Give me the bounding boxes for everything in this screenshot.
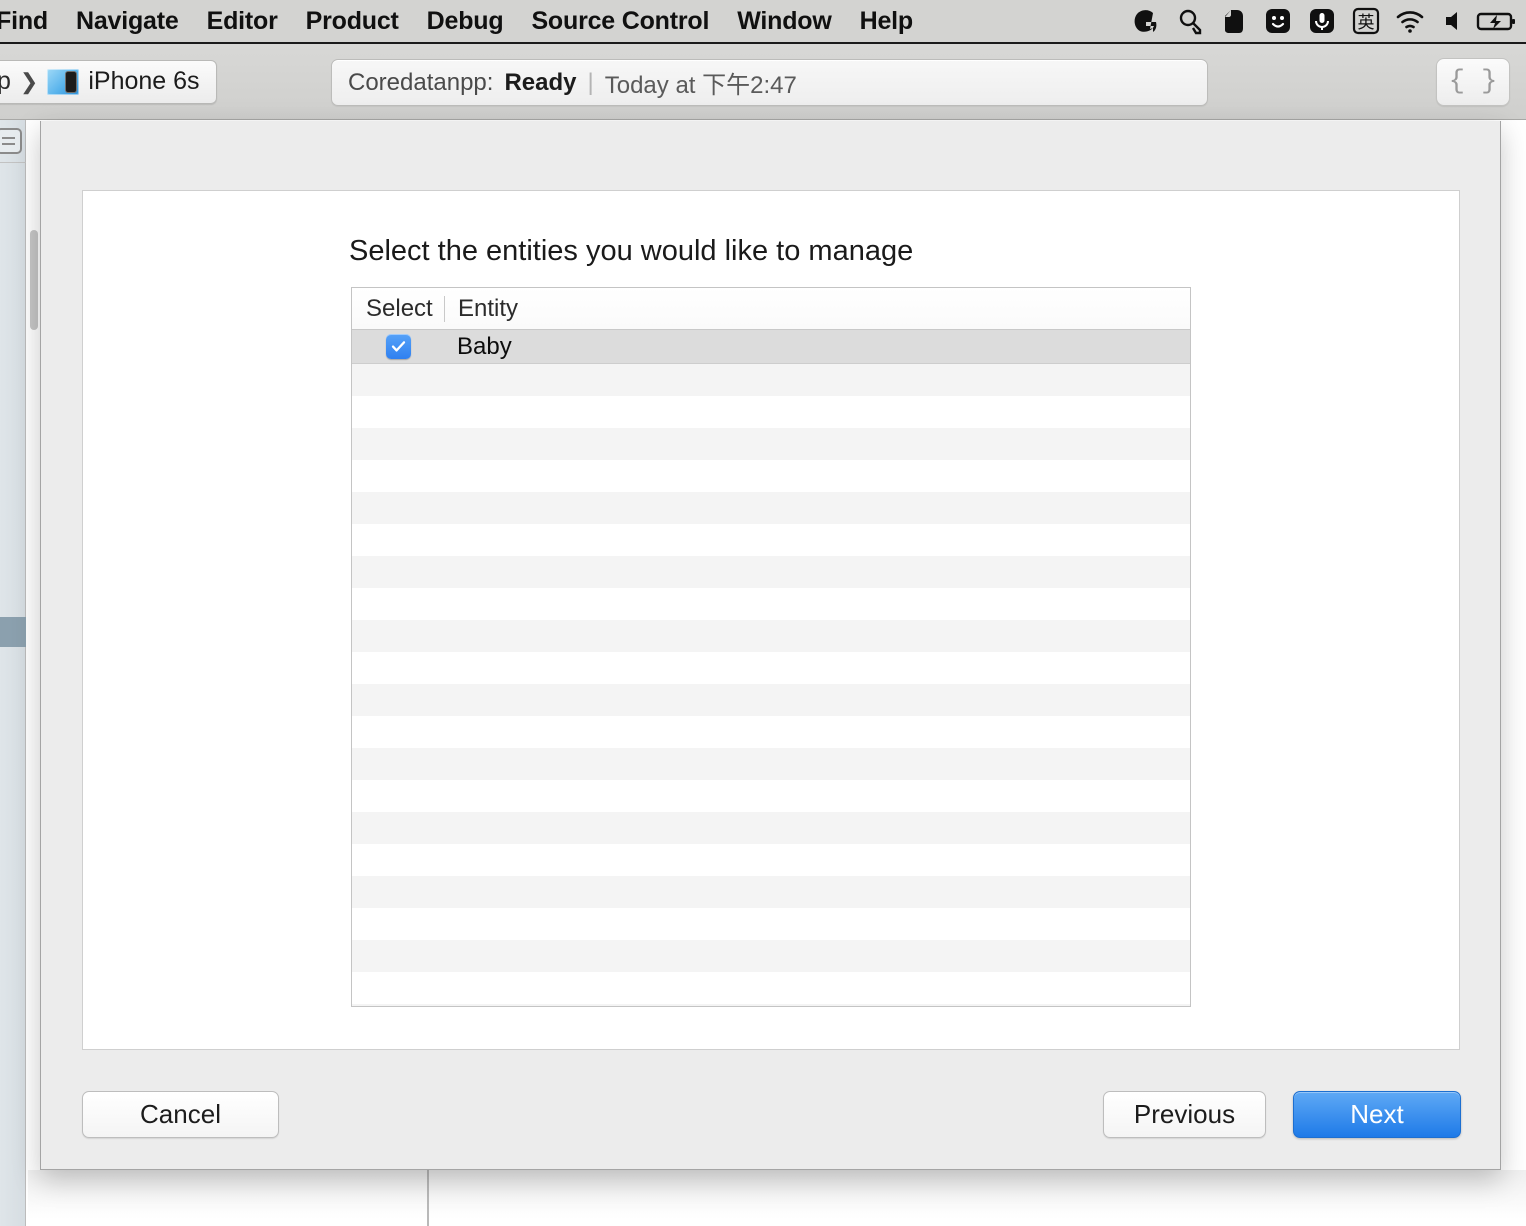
scheme-destination-label: iPhone 6s (88, 67, 200, 95)
table-empty-row[interactable] (352, 748, 1190, 780)
xcode-toolbar: p ❯ iPhone 6s Coredatanpp: Ready | Today… (0, 44, 1526, 120)
table-empty-row[interactable] (352, 876, 1190, 908)
activity-timestamp: Today at 下午2:47 (604, 72, 797, 99)
menu-bar-items: Find Navigate Editor Product Debug Sourc… (0, 7, 927, 36)
menu-item-help[interactable]: Help (846, 7, 927, 36)
spotlight-search-icon[interactable] (1168, 0, 1212, 43)
gitee-icon[interactable] (1124, 0, 1168, 43)
sheet-footer: Cancel Previous Next (41, 1071, 1502, 1170)
smiley-face-icon[interactable] (1256, 0, 1300, 43)
sheet-content-panel: Select the entities you would like to ma… (82, 190, 1460, 1050)
table-empty-row[interactable] (352, 620, 1190, 652)
table-empty-row[interactable] (352, 908, 1190, 940)
activity-target-label: Coredatanpp: (348, 68, 494, 96)
table-empty-row[interactable] (352, 396, 1190, 428)
table-empty-row[interactable] (352, 940, 1190, 972)
table-header-row: Select Entity (352, 288, 1190, 330)
menu-item-editor[interactable]: Editor (193, 7, 292, 36)
row-entity-label: Baby (457, 332, 512, 360)
battery-charging-icon[interactable] (1476, 0, 1520, 43)
navigator-scrollbar[interactable] (30, 230, 38, 330)
next-button[interactable]: Next (1293, 1091, 1461, 1138)
table-empty-row[interactable] (352, 812, 1190, 844)
row-select-cell[interactable] (352, 334, 444, 359)
sidebar-selected-item[interactable] (0, 617, 26, 647)
chevron-right-icon: ❯ (19, 68, 39, 94)
page-title: Select the entities you would like to ma… (349, 235, 914, 267)
menu-item-window[interactable]: Window (723, 7, 845, 36)
entity-table[interactable]: Select Entity Baby (351, 287, 1191, 1007)
navigator-sidebar-sliver[interactable] (0, 120, 26, 1226)
table-empty-row[interactable] (352, 972, 1190, 1004)
menu-item-debug[interactable]: Debug (413, 7, 518, 36)
simulator-device-icon (47, 68, 80, 95)
previous-button[interactable]: Previous (1103, 1091, 1266, 1138)
editor-area-background (28, 1170, 1526, 1226)
table-empty-row[interactable] (352, 588, 1190, 620)
sidebar-divider (0, 162, 26, 163)
evernote-icon[interactable] (1212, 0, 1256, 43)
cancel-button[interactable]: Cancel (82, 1091, 279, 1138)
menu-item-product[interactable]: Product (292, 7, 413, 36)
filter-icon[interactable] (0, 128, 22, 154)
table-body: Baby (352, 330, 1190, 1006)
table-empty-row[interactable] (352, 556, 1190, 588)
menu-item-navigate[interactable]: Navigate (62, 7, 193, 36)
menu-item-find[interactable]: Find (0, 7, 62, 36)
microphone-icon[interactable] (1300, 0, 1344, 43)
table-empty-row[interactable] (352, 460, 1190, 492)
entity-selection-sheet: Select the entities you would like to ma… (40, 121, 1501, 1170)
table-empty-row[interactable] (352, 524, 1190, 556)
input-source-english-icon[interactable]: 英 (1344, 0, 1388, 43)
scheme-destination-chip[interactable]: p ❯ iPhone 6s (0, 59, 217, 104)
macos-menu-bar: Find Navigate Editor Product Debug Sourc… (0, 0, 1526, 44)
table-empty-row[interactable] (352, 780, 1190, 812)
table-empty-row[interactable] (352, 364, 1190, 396)
app-window: Find Navigate Editor Product Debug Sourc… (0, 0, 1526, 1226)
table-empty-row[interactable] (352, 716, 1190, 748)
table-empty-row[interactable] (352, 684, 1190, 716)
menu-item-source-control[interactable]: Source Control (517, 7, 723, 36)
wifi-icon[interactable] (1388, 0, 1432, 43)
table-empty-row[interactable] (352, 428, 1190, 460)
code-review-toggle-button[interactable]: { } (1436, 58, 1510, 106)
table-empty-row[interactable] (352, 844, 1190, 876)
activity-separator: | (587, 68, 594, 96)
column-header-entity[interactable]: Entity (445, 288, 518, 329)
svg-text:英: 英 (1358, 13, 1375, 33)
table-empty-row[interactable] (352, 1004, 1190, 1006)
editor-split-divider[interactable] (427, 1170, 429, 1226)
activity-state-label: Ready (504, 68, 577, 96)
table-empty-row[interactable] (352, 492, 1190, 524)
volume-icon[interactable] (1432, 0, 1476, 43)
menu-bar-status-area: 英 (1124, 0, 1526, 43)
activity-view: Coredatanpp: Ready | Today at 下午2:47 (331, 59, 1208, 106)
entity-checkbox-checked[interactable] (385, 334, 411, 359)
table-row[interactable]: Baby (352, 330, 1190, 364)
table-empty-row[interactable] (352, 652, 1190, 684)
table-empty-rows (352, 364, 1190, 1006)
column-header-select[interactable]: Select (352, 288, 444, 329)
scheme-prefix-label: p (0, 67, 11, 95)
